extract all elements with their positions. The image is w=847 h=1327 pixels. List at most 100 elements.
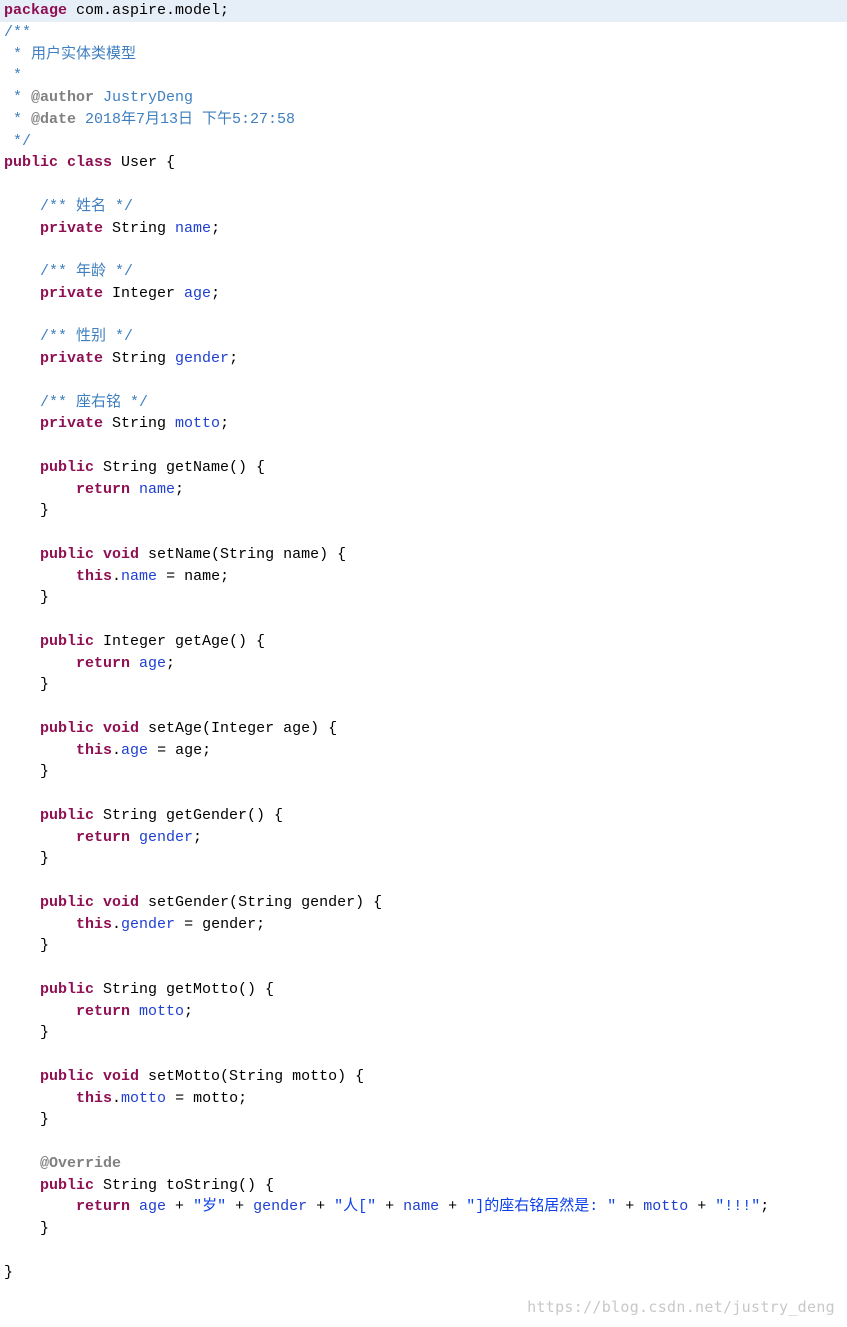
semicolon: ; (229, 350, 238, 367)
kw-public: public (4, 894, 103, 911)
kw-this: this (4, 568, 112, 585)
plus: + (688, 1198, 715, 1215)
kw-public: public (4, 1068, 103, 1085)
close-brace: } (4, 1024, 49, 1041)
field-gender-comment: /** 性别 */ (4, 328, 133, 345)
kw-public: public (4, 1177, 94, 1194)
close-brace: } (4, 1111, 49, 1128)
class-javadoc-line: * (4, 89, 31, 106)
kw-return: return (4, 1198, 130, 1215)
return-motto: motto (130, 1003, 184, 1020)
kw-public: public (4, 154, 67, 171)
type-string: String (103, 220, 175, 237)
field-age: age (184, 285, 211, 302)
semicolon: ; (211, 220, 220, 237)
kw-public: public (4, 459, 94, 476)
ts-str1: "岁" (193, 1198, 226, 1215)
field-name-comment: /** 姓名 */ (4, 198, 133, 215)
field-motto: motto (175, 415, 220, 432)
return-gender: gender (130, 829, 193, 846)
kw-void: void (103, 720, 139, 737)
kw-void: void (103, 894, 139, 911)
semicolon: ; (220, 415, 229, 432)
type-integer: Integer (103, 285, 184, 302)
kw-class: class (67, 154, 112, 171)
field-age-comment: /** 年龄 */ (4, 263, 133, 280)
kw-void: void (103, 546, 139, 563)
plus: + (439, 1198, 466, 1215)
dot: . (112, 1090, 121, 1107)
kw-public: public (4, 981, 94, 998)
method-getName-sig: String getName() { (94, 459, 265, 476)
return-age: age (130, 655, 166, 672)
javadoc-author-val: JustryDeng (94, 89, 193, 106)
close-brace: } (4, 850, 49, 867)
close-brace: } (4, 502, 49, 519)
class-javadoc-line: * (4, 67, 31, 84)
javadoc-date-val: 2018年7月13日 下午5:27:58 (76, 111, 295, 128)
override-annotation: @Override (4, 1155, 121, 1172)
semicolon: ; (184, 1003, 193, 1020)
code-block: package com.aspire.model; /** * 用户实体类模型 … (0, 0, 847, 1327)
method-getMotto-sig: String getMotto() { (94, 981, 274, 998)
ts-str3: "]的座右铭居然是: " (466, 1198, 616, 1215)
this-name: name (121, 568, 157, 585)
kw-private: private (4, 220, 103, 237)
semicolon: ; (760, 1198, 769, 1215)
this-motto: motto (121, 1090, 166, 1107)
kw-private: private (4, 415, 103, 432)
kw-this: this (4, 1090, 112, 1107)
ts-gender: gender (253, 1198, 307, 1215)
method-setGender-sig: setGender(String gender) { (139, 894, 382, 911)
semicolon: ; (175, 481, 184, 498)
semicolon: ; (193, 829, 202, 846)
package-name: com.aspire.model; (67, 2, 229, 19)
close-brace: } (4, 763, 49, 780)
code-body: /** * 用户实体类模型 * * @author JustryDeng * @… (0, 22, 847, 1284)
close-brace: } (4, 589, 49, 606)
return-name: name (130, 481, 175, 498)
close-brace: } (4, 937, 49, 954)
package-line: package com.aspire.model; (0, 0, 847, 22)
close-brace: } (4, 676, 49, 693)
method-getGender-sig: String getGender() { (94, 807, 283, 824)
class-name: User { (112, 154, 175, 171)
kw-private: private (4, 285, 103, 302)
dot: . (112, 568, 121, 585)
plus: + (226, 1198, 253, 1215)
plus: + (616, 1198, 643, 1215)
kw-return: return (4, 829, 130, 846)
dot: . (112, 916, 121, 933)
method-setAge-sig: setAge(Integer age) { (139, 720, 337, 737)
dot: . (112, 742, 121, 759)
kw-this: this (4, 916, 112, 933)
plus: + (307, 1198, 334, 1215)
method-setMotto-sig: setMotto(String motto) { (139, 1068, 364, 1085)
this-age: age (121, 742, 148, 759)
method-getAge-sig: Integer getAge() { (94, 633, 265, 650)
this-gender: gender (121, 916, 175, 933)
ts-str2: "人[" (334, 1198, 376, 1215)
assign: = age; (148, 742, 211, 759)
kw-public: public (4, 720, 103, 737)
assign: = motto; (166, 1090, 247, 1107)
close-brace: } (4, 1220, 49, 1237)
method-toString-sig: String toString() { (94, 1177, 274, 1194)
ts-age: age (130, 1198, 166, 1215)
ts-name: name (403, 1198, 439, 1215)
field-gender: gender (175, 350, 229, 367)
assign: = gender; (175, 916, 265, 933)
kw-return: return (4, 1003, 130, 1020)
ts-motto: motto (643, 1198, 688, 1215)
method-setName-sig: setName(String name) { (139, 546, 346, 563)
kw-return: return (4, 655, 130, 672)
class-javadoc-line: * (4, 111, 31, 128)
ts-str4: "!!!" (715, 1198, 760, 1215)
class-javadoc-open: /** (4, 24, 31, 41)
kw-package: package (4, 2, 67, 19)
type-string: String (103, 415, 175, 432)
class-close-brace: } (4, 1264, 13, 1281)
semicolon: ; (166, 655, 175, 672)
type-string: String (103, 350, 175, 367)
class-javadoc-close: */ (4, 133, 31, 150)
